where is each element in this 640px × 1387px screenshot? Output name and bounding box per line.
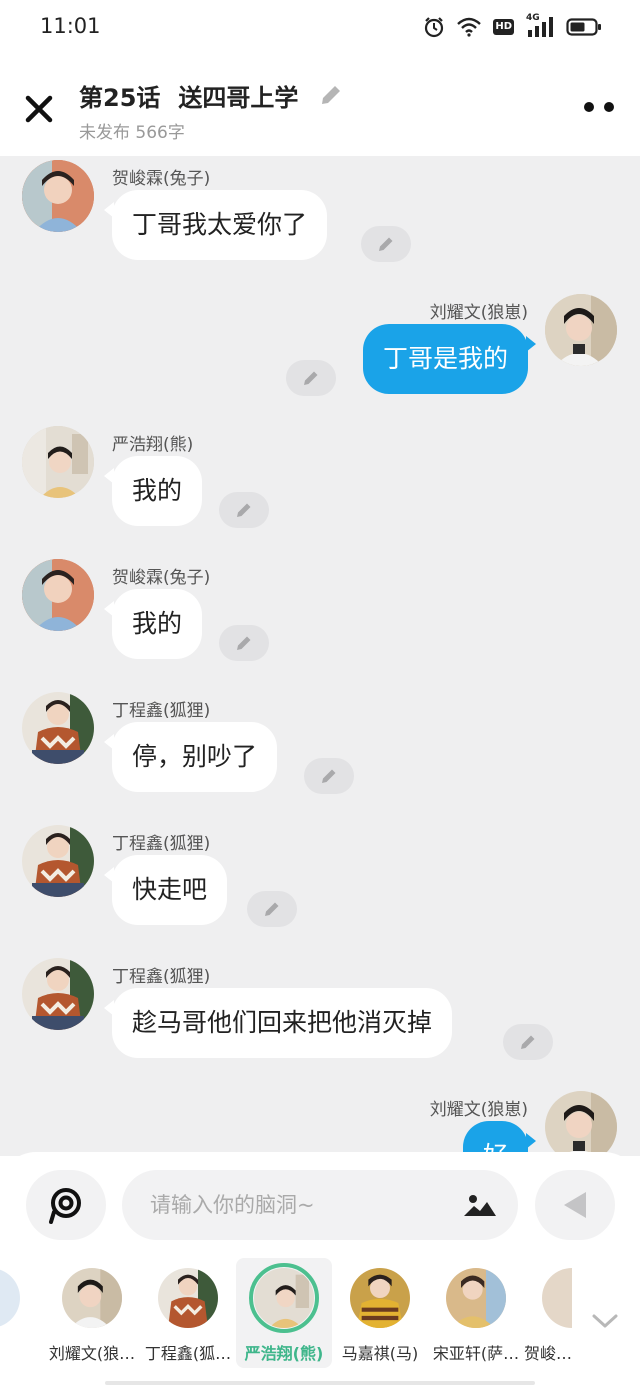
avatar[interactable] — [22, 160, 94, 232]
hd-badge: HD — [493, 19, 514, 35]
message-text: 丁哥是我的 — [382, 344, 508, 373]
sender-name: 刘耀文(狼崽) — [429, 303, 528, 323]
wifi-icon — [457, 17, 482, 37]
signal-4g-icon: 4G — [526, 13, 554, 38]
image-icon[interactable] — [462, 1190, 498, 1220]
avatar — [350, 1268, 410, 1328]
edit-message-button[interactable] — [286, 360, 336, 396]
character-item[interactable]: 丁程鑫(狐… — [140, 1258, 236, 1368]
message-text: 我的 — [132, 476, 183, 505]
character-item[interactable]: 宋亚轩(萨… — [428, 1258, 524, 1368]
message-bubble[interactable]: 丁哥我太爱你了 — [104, 190, 328, 260]
avatar — [542, 1268, 572, 1328]
chapter-title: 送四哥上学 — [178, 84, 299, 112]
edit-message-button[interactable] — [361, 226, 411, 262]
send-button[interactable] — [535, 1170, 615, 1240]
sender-name: 丁程鑫(狐狸) — [112, 967, 211, 987]
message-text: 停，别吵了 — [132, 742, 258, 771]
edit-message-button[interactable] — [503, 1024, 553, 1060]
message-text: 丁哥我太爱你了 — [132, 210, 308, 239]
character-item[interactable] — [0, 1258, 20, 1368]
character-name: 严浩翔(熊) — [244, 1344, 324, 1363]
pencil-icon — [237, 636, 251, 650]
chevron-down-icon[interactable] — [590, 1310, 620, 1332]
avatar — [158, 1268, 218, 1328]
more-options-icon[interactable] — [582, 100, 616, 114]
avatar[interactable] — [22, 958, 94, 1030]
sender-name: 刘耀文(狼崽) — [429, 1100, 528, 1120]
spiral-icon — [49, 1188, 81, 1224]
message-bubble[interactable]: 我的 — [104, 456, 203, 526]
sender-name: 贺峻霖(兔子) — [112, 169, 211, 189]
avatar — [254, 1268, 314, 1328]
character-item[interactable]: 贺峻… — [524, 1258, 572, 1368]
sender-name: 丁程鑫(狐狸) — [112, 701, 211, 721]
chat-area[interactable]: 贺峻霖(兔子) 丁哥我太爱你了 刘耀文(狼崽) 丁哥是我的 严浩翔(熊) 我的 — [0, 156, 640, 1156]
character-item-active[interactable]: 严浩翔(熊) — [236, 1258, 332, 1368]
character-name: 马嘉祺(马) — [341, 1344, 419, 1363]
page-title: 第25话 送四哥上学 — [79, 78, 298, 113]
message-bubble[interactable]: 我的 — [104, 589, 203, 659]
brainstorm-button[interactable] — [26, 1170, 106, 1240]
edit-title-icon[interactable] — [318, 82, 344, 108]
avatar[interactable] — [545, 1091, 617, 1156]
character-name: 刘耀文(狼… — [48, 1344, 136, 1363]
alarm-icon — [425, 17, 444, 38]
message-bubble[interactable]: 停，别吵了 — [104, 722, 278, 792]
pencil-icon — [237, 503, 251, 517]
chapter-status: 未发布 566字 — [79, 123, 185, 143]
sender-name: 丁程鑫(狐狸) — [112, 834, 211, 854]
edit-message-button[interactable] — [219, 492, 269, 528]
avatar[interactable] — [22, 426, 94, 498]
send-icon — [564, 1192, 586, 1218]
message-bubble[interactable]: 趁马哥他们回来把他消灭掉 — [104, 988, 453, 1058]
message-text: 我的 — [132, 609, 183, 638]
message-bubble[interactable]: 丁哥是我的 — [362, 324, 536, 394]
edit-message-button[interactable] — [304, 758, 354, 794]
pencil-icon — [322, 769, 336, 783]
message-text: 快走吧 — [132, 875, 208, 904]
avatar[interactable] — [22, 692, 94, 764]
avatar — [0, 1268, 20, 1328]
avatar[interactable] — [22, 559, 94, 631]
edit-message-button[interactable] — [219, 625, 269, 661]
message-text: 趁马哥他们回来把他消灭掉 — [132, 1008, 433, 1037]
avatar[interactable] — [545, 294, 617, 366]
idea-input[interactable] — [122, 1170, 518, 1240]
chapter-number: 第25话 — [79, 84, 161, 112]
avatar — [446, 1268, 506, 1328]
avatar — [62, 1268, 122, 1328]
character-item[interactable]: 刘耀文(狼… — [44, 1258, 140, 1368]
sender-name: 贺峻霖(兔子) — [112, 568, 211, 588]
message-bubble[interactable]: 好 — [462, 1121, 536, 1156]
pencil-icon — [265, 902, 279, 916]
character-name: 丁程鑫(狐… — [144, 1344, 232, 1363]
sender-name: 严浩翔(熊) — [112, 435, 194, 455]
character-name: 宋亚轩(萨… — [432, 1344, 520, 1363]
pencil-icon — [379, 237, 393, 251]
message-bubble[interactable]: 快走吧 — [104, 855, 228, 925]
battery-icon — [566, 18, 601, 36]
scrollbar[interactable] — [105, 1381, 535, 1385]
status-bar: 11:01 HD 4G — [0, 0, 640, 56]
character-item[interactable]: 马嘉祺(马) — [332, 1258, 428, 1368]
status-time: 11:01 — [40, 14, 101, 38]
pencil-icon — [304, 371, 318, 385]
pencil-icon — [521, 1035, 535, 1049]
header: 第25话 送四哥上学 未发布 566字 — [0, 56, 640, 156]
close-icon[interactable] — [22, 92, 56, 126]
avatar[interactable] — [22, 825, 94, 897]
status-icons: HD 4G — [423, 13, 602, 38]
edit-message-button[interactable] — [247, 891, 297, 927]
character-strip[interactable]: 刘耀文(狼… 丁程鑫(狐… 严浩翔(熊) 马嘉祺(马) 宋亚轩(萨… 贺峻… — [0, 1258, 640, 1368]
character-name: 贺峻… — [524, 1344, 572, 1363]
